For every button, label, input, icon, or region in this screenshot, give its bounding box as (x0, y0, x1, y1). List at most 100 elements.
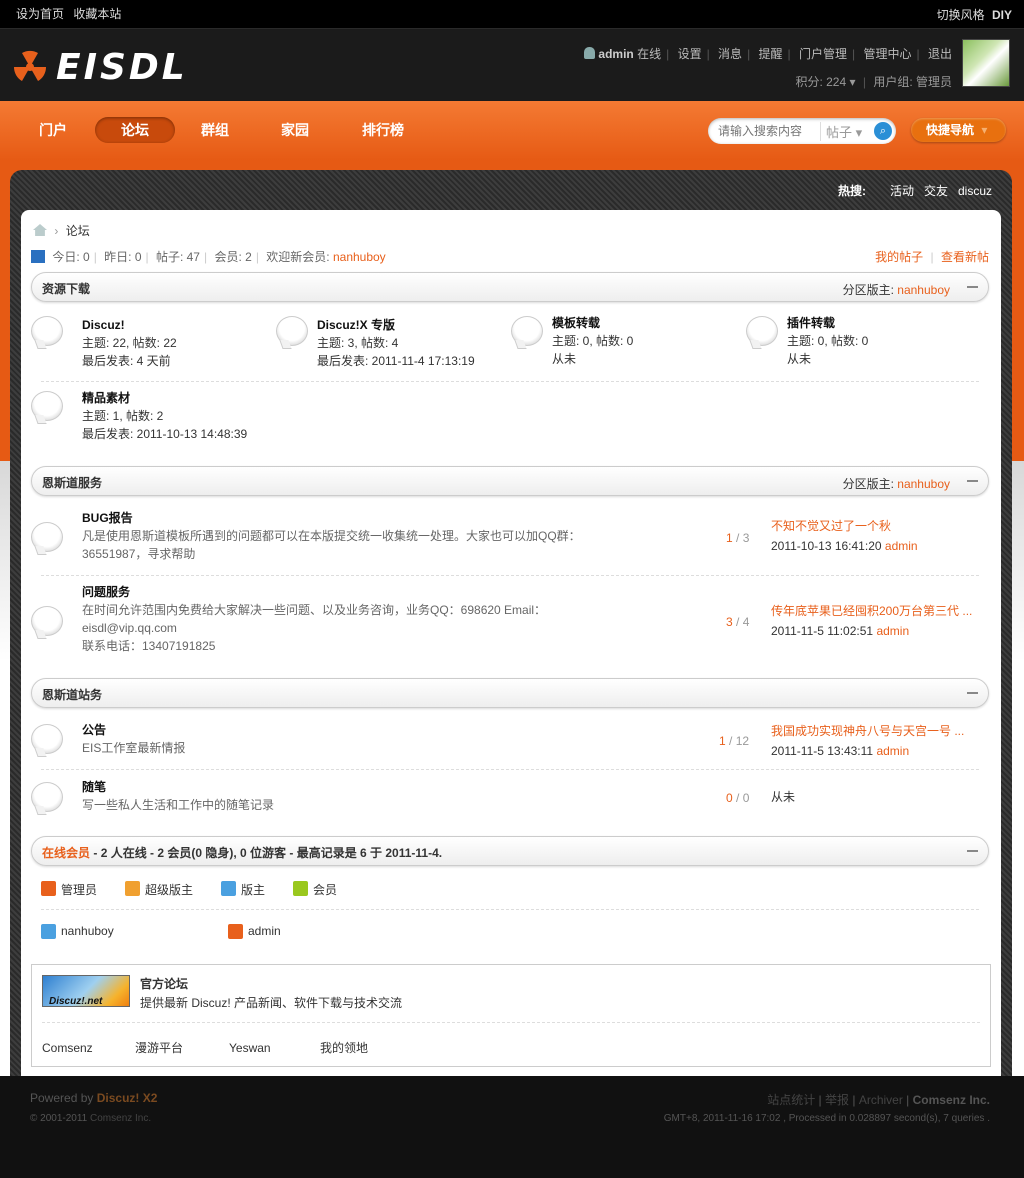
hot-item[interactable]: 交友 (924, 184, 948, 198)
section-title[interactable]: 恩斯道服务 (42, 474, 102, 491)
nav-forum[interactable]: 论坛 (95, 117, 175, 143)
forum-item: 插件转载 主题: 0, 帖数: 0 从未 (787, 314, 868, 368)
bookmark-link[interactable]: 收藏本站 (73, 7, 121, 21)
quick-nav-button[interactable]: 快捷导航 ▾ (911, 118, 1006, 142)
section-header: 恩斯道服务 分区版主: nanhuboy (31, 466, 989, 496)
last-post-link[interactable]: 传年底苹果已经囤积200万台第三代 ... (771, 604, 972, 618)
last-post-user[interactable]: admin (876, 624, 909, 638)
last-post-link[interactable]: 不知不觉又过了一个秋 (771, 519, 891, 533)
product-link[interactable]: Discuz! X2 (97, 1091, 158, 1105)
thread-links: 我的帖子 | 查看新帖 (875, 250, 989, 264)
points-dropdown[interactable]: 积分: 224 (795, 75, 846, 89)
nav-portal[interactable]: 门户 (26, 117, 80, 143)
collapse-icon[interactable] (967, 286, 978, 288)
online-header: 在线会员 - 2 人在线 - 2 会员(0 隐身), 0 位游客 - 最高记录是… (31, 836, 989, 866)
link-item[interactable]: 我的领地 (320, 1039, 368, 1056)
search-icon[interactable]: ⌕ (874, 122, 892, 140)
set-homepage-link[interactable]: 设为首页 (16, 7, 64, 21)
stat-yesterday: 昨日: 0 (104, 250, 142, 264)
link-desc: 提供最新 Discuz! 产品新闻、软件下载与技术交流 (140, 996, 403, 1010)
new-member-link[interactable]: nanhuboy (333, 250, 386, 264)
content-wrap: 热搜: 活动 交友 discuz › 论坛 今日: 0 | 昨日: 0 | 帖子: 47 |… (10, 170, 1012, 1076)
last-post-link[interactable]: 我国成功实现神舟八号与天宫一号 ... (771, 724, 964, 738)
messages-link[interactable]: 消息 (718, 47, 742, 61)
forum-last-post: 从未 (787, 352, 812, 366)
home-icon[interactable] (33, 224, 47, 236)
section-header: 资源下载 分区版主: nanhuboy (31, 272, 989, 302)
link-item[interactable]: Comsenz (42, 1041, 93, 1055)
powered-by: Powered by (30, 1091, 94, 1105)
reminders-link[interactable]: 提醒 (759, 47, 783, 61)
link-item[interactable]: 漫游平台 (135, 1039, 183, 1056)
forum-name[interactable]: Discuz! (82, 318, 125, 332)
hot-item[interactable]: discuz (958, 184, 992, 198)
search-input[interactable] (718, 123, 818, 139)
forum-counts: 0 / 0 (726, 791, 750, 805)
last-post-user[interactable]: admin (885, 539, 918, 553)
nav-home[interactable]: 家园 (268, 117, 322, 143)
last-post-user[interactable]: admin (876, 744, 909, 758)
forum-item: 随笔 写一些私人生活和工作中的随笔记录 (82, 778, 274, 814)
online-title[interactable]: 在线会员 (42, 846, 90, 860)
forum-name[interactable]: BUG报告 (82, 511, 133, 525)
footer-link[interactable]: Comsenz Inc. (913, 1093, 990, 1107)
username-link[interactable]: admin (598, 47, 633, 61)
forum-name[interactable]: 随笔 (82, 780, 106, 794)
online-user[interactable]: admin (228, 924, 281, 939)
diy-link[interactable]: DIY (992, 8, 1012, 22)
link-title[interactable]: 官方论坛 (140, 975, 188, 992)
stat-welcome: 欢迎新会员: (266, 250, 330, 264)
section-title[interactable]: 恩斯道站务 (42, 686, 102, 703)
user-icon (125, 881, 140, 896)
forum-name[interactable]: 模板转载 (552, 316, 600, 330)
portal-admin-link[interactable]: 门户管理 (799, 47, 847, 61)
divider (41, 909, 979, 910)
settings-link[interactable]: 设置 (678, 47, 702, 61)
footer-link[interactable]: Archiver (859, 1093, 903, 1107)
breadcrumb-current[interactable]: 论坛 (66, 224, 90, 238)
nav-groups[interactable]: 群组 (188, 117, 242, 143)
user-group: 用户组: 管理员 (873, 75, 952, 89)
forum-name[interactable]: 插件转载 (787, 316, 835, 330)
stat-members: 会员: 2 (214, 250, 252, 264)
legend-admin: 管理员 (41, 881, 97, 898)
forum-name[interactable]: 问题服务 (82, 585, 130, 599)
avatar[interactable] (962, 39, 1010, 87)
legend-mod: 版主 (221, 881, 265, 898)
link-item[interactable]: Yeswan (229, 1041, 271, 1055)
nav-ranking[interactable]: 排行榜 (352, 117, 414, 143)
moderator-link[interactable]: nanhuboy (897, 477, 950, 491)
forum-name[interactable]: Discuz!X 专版 (317, 318, 395, 332)
moderator-link[interactable]: nanhuboy (897, 283, 950, 297)
collapse-icon[interactable] (967, 480, 978, 482)
online-status: 在线 (637, 47, 662, 61)
forum-bubble-icon (31, 522, 63, 552)
admin-center-link[interactable]: 管理中心 (864, 47, 912, 61)
collapse-icon[interactable] (967, 692, 978, 694)
user-icon (228, 924, 243, 939)
discuz-logo[interactable]: Discuz!.net (42, 975, 130, 1007)
logout-link[interactable]: 退出 (928, 47, 952, 61)
section-title[interactable]: 资源下载 (42, 280, 90, 297)
search-box: 帖子 ▾ ⌕ (708, 118, 896, 144)
forum-name[interactable]: 公告 (82, 723, 106, 737)
collapse-icon[interactable] (967, 850, 978, 852)
online-user[interactable]: nanhuboy (41, 924, 114, 939)
hot-item[interactable]: 活动 (890, 184, 914, 198)
forum-bubble-icon (511, 316, 543, 346)
site-logo[interactable]: EISDL (12, 47, 188, 88)
forum-item: BUG报告 凡是使用恩斯道模板所遇到的问题都可以在本版提交统一收集统一处理。大家… (82, 509, 581, 563)
chevron-down-icon: ▾ (981, 123, 988, 137)
footer-link[interactable]: 举报 (825, 1093, 849, 1107)
forum-name[interactable]: 精品素材 (82, 391, 130, 405)
hot-search: 热搜: 活动 交友 discuz (838, 182, 992, 199)
footer-link[interactable]: 站点统计 (767, 1093, 815, 1107)
last-post-time: 2011-10-13 16:41:20 (771, 539, 882, 553)
forum-bubble-icon (31, 724, 63, 754)
company-link[interactable]: Comsenz Inc. (90, 1113, 151, 1124)
my-threads-link[interactable]: 我的帖子 (875, 250, 923, 264)
forum-item: 问题服务 在时间允许范围内免费给大家解决一些问题、以及业务咨询，业务QQ：698… (82, 583, 546, 655)
switch-style-link[interactable]: 切换风格 (937, 8, 985, 22)
search-type-select[interactable]: 帖子 ▾ (820, 122, 862, 141)
new-posts-link[interactable]: 查看新帖 (941, 250, 989, 264)
